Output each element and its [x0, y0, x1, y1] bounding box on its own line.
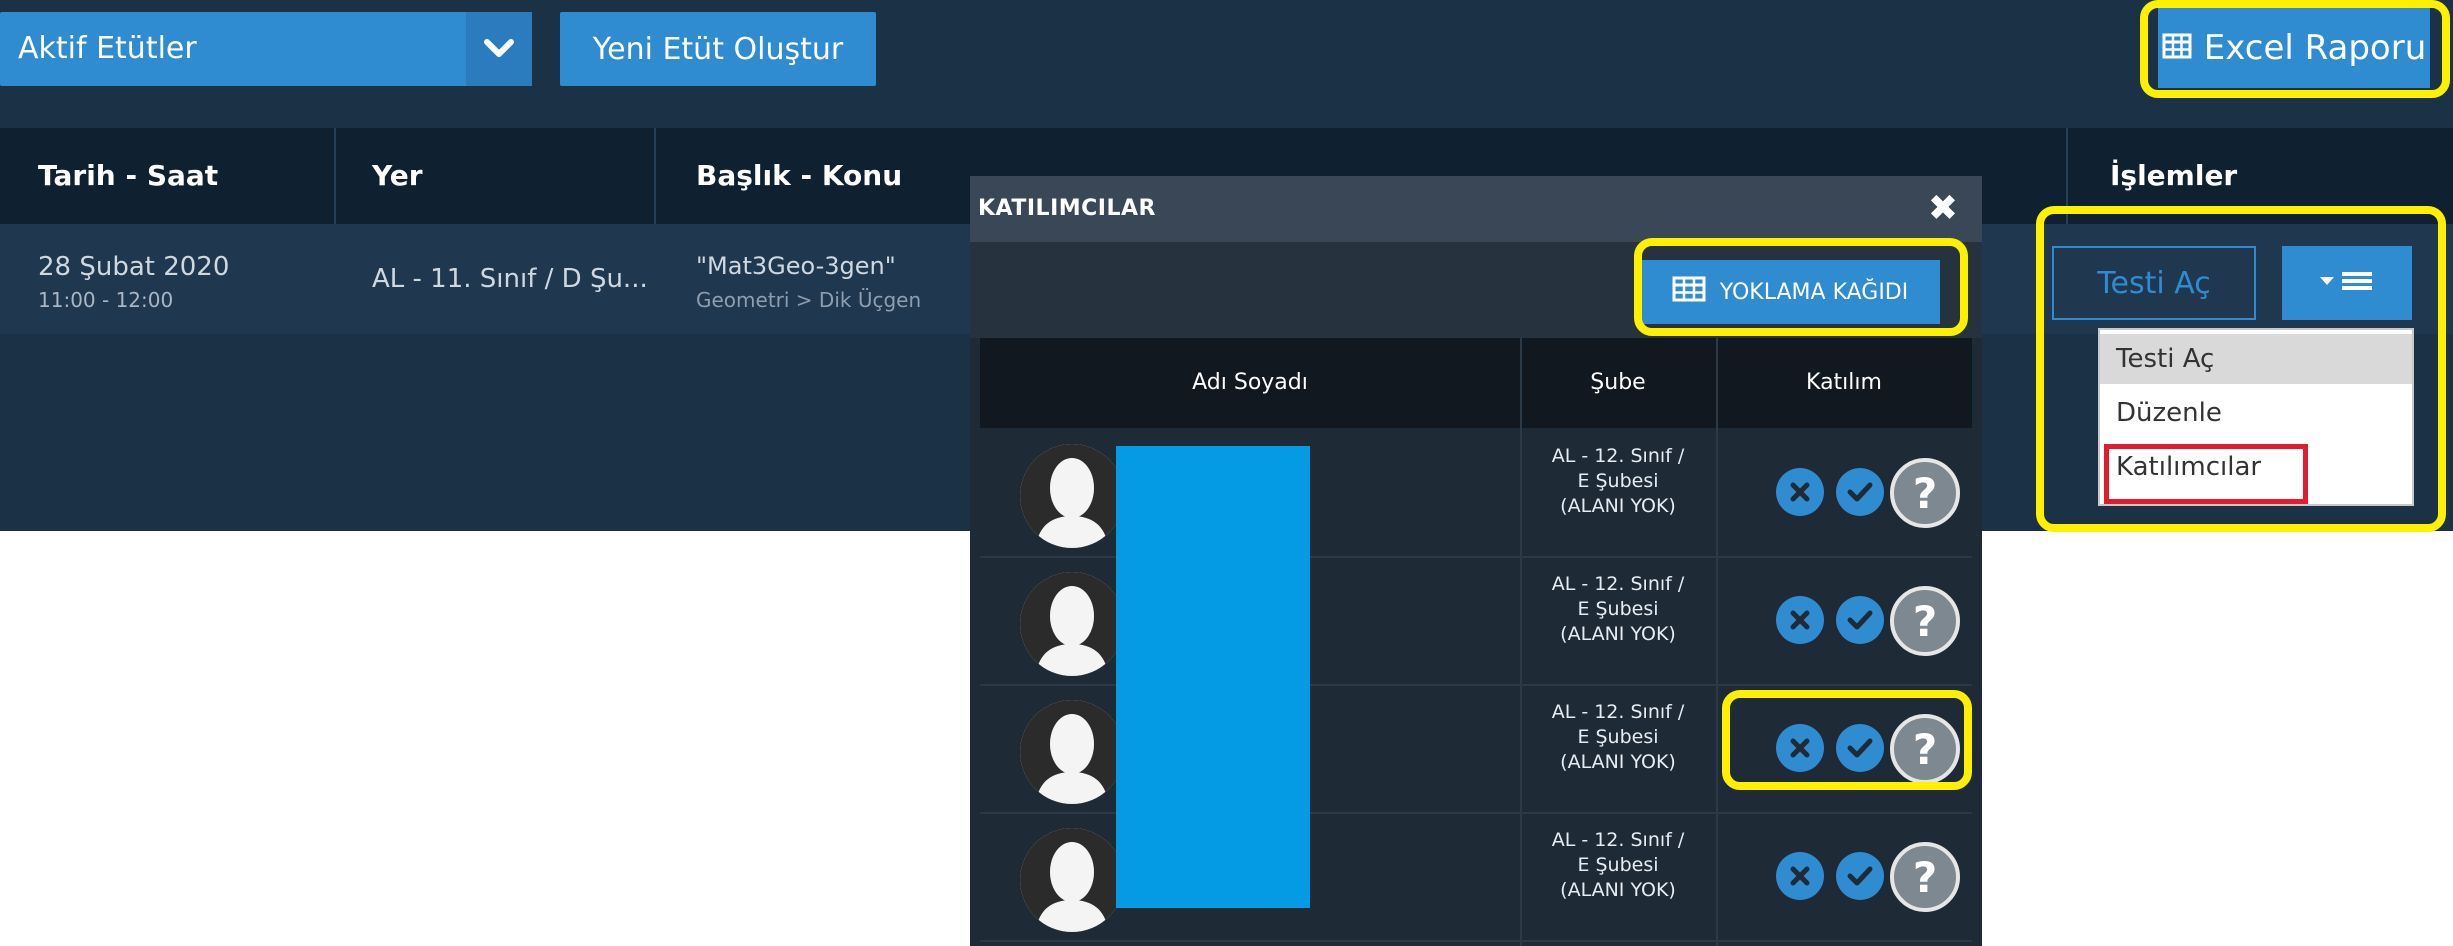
etut-filter-select[interactable]: Aktif Etütler — [0, 12, 532, 86]
header-participation: Katılım — [1806, 370, 1882, 395]
question-circle-icon[interactable]: ? — [1890, 714, 1960, 784]
branch-line: (ALANI YOK) — [1560, 495, 1676, 517]
new-etut-button[interactable]: Yeni Etüt Oluştur — [560, 12, 876, 86]
check-circle-icon[interactable] — [1836, 724, 1884, 772]
new-etut-label: Yeni Etüt Oluştur — [592, 31, 844, 67]
branch-line: E Şubesi — [1577, 598, 1659, 620]
excel-report-button[interactable]: Excel Raporu — [2158, 8, 2430, 88]
branch-cell: AL - 12. Sınıf / E Şubesi (ALANI YOK) — [1520, 572, 1716, 647]
column-divider — [1716, 338, 1718, 946]
row-topic: Geometri > Dik Üçgen — [696, 288, 922, 312]
table-icon — [1672, 276, 1706, 308]
excel-report-label: Excel Raporu — [2203, 28, 2427, 68]
x-circle-icon[interactable] — [1776, 468, 1824, 516]
branch-line: (ALANI YOK) — [1560, 623, 1676, 645]
question-circle-icon[interactable]: ? — [1890, 458, 1960, 528]
branch-line: AL - 12. Sınıf / — [1551, 445, 1685, 467]
row-actions-menu-button[interactable] — [2282, 246, 2412, 320]
column-divider — [1520, 338, 1522, 946]
etut-filter-value: Aktif Etütler — [18, 31, 197, 66]
redacted-names — [1116, 446, 1310, 908]
branch-line: E Şubesi — [1577, 470, 1659, 492]
open-test-button[interactable]: Testi Aç — [2052, 246, 2256, 320]
check-circle-icon[interactable] — [1836, 596, 1884, 644]
chevron-down-icon[interactable] — [466, 12, 532, 86]
check-circle-icon[interactable] — [1836, 468, 1884, 516]
branch-line: E Şubesi — [1577, 854, 1659, 876]
avatar — [1020, 700, 1124, 804]
question-circle-icon[interactable]: ? — [1890, 586, 1960, 656]
branch-line: (ALANI YOK) — [1560, 879, 1676, 901]
header-place: Yer — [372, 159, 423, 192]
modal-title: KATILIMCILAR — [978, 196, 1156, 221]
row-time: 11:00 - 12:00 — [38, 288, 174, 312]
check-circle-icon[interactable] — [1836, 852, 1884, 900]
x-circle-icon[interactable] — [1776, 852, 1824, 900]
caret-bars-icon — [2318, 269, 2376, 297]
attendance-sheet-label: YOKLAMA KAĞIDI — [1719, 279, 1909, 305]
row-place: AL - 11. Sınıf / D Şu... — [372, 264, 648, 294]
branch-cell: AL - 12. Sınıf / E Şubesi (ALANI YOK) — [1520, 444, 1716, 519]
table-icon — [2162, 28, 2192, 68]
row-title: "Mat3Geo-3gen" — [696, 252, 896, 280]
participants-red-highlight — [2104, 444, 2308, 504]
x-circle-icon[interactable] — [1776, 724, 1824, 772]
branch-line: E Şubesi — [1577, 726, 1659, 748]
branch-line: AL - 12. Sınıf / — [1551, 701, 1685, 723]
branch-line: AL - 12. Sınıf / — [1551, 829, 1685, 851]
avatar — [1020, 828, 1124, 932]
menu-item-open-test[interactable]: Testi Aç — [2100, 334, 2412, 384]
open-test-label: Testi Aç — [2097, 265, 2211, 301]
menu-item-edit[interactable]: Düzenle — [2100, 388, 2412, 438]
branch-cell: AL - 12. Sınıf / E Şubesi (ALANI YOK) — [1520, 828, 1716, 903]
participants-table-header: Adı Soyadı Şube Katılım — [980, 338, 1972, 428]
branch-line: (ALANI YOK) — [1560, 751, 1676, 773]
modal-header: KATILIMCILAR ✖ — [970, 176, 1982, 242]
row-date: 28 Şubat 2020 — [38, 252, 230, 282]
avatar — [1020, 572, 1124, 676]
header-date: Tarih - Saat — [38, 159, 219, 192]
header-title: Başlık - Konu — [696, 159, 903, 192]
attendance-sheet-button[interactable]: YOKLAMA KAĞIDI — [1640, 260, 1940, 324]
x-circle-icon[interactable] — [1776, 596, 1824, 644]
close-icon[interactable]: ✖ — [1928, 176, 1958, 242]
branch-cell: AL - 12. Sınıf / E Şubesi (ALANI YOK) — [1520, 700, 1716, 775]
header-actions: İşlemler — [2110, 159, 2238, 192]
header-branch: Şube — [1590, 370, 1646, 395]
branch-line: AL - 12. Sınıf / — [1551, 573, 1685, 595]
header-name: Adı Soyadı — [1192, 370, 1308, 395]
avatar — [1020, 444, 1124, 548]
question-circle-icon[interactable]: ? — [1890, 842, 1960, 912]
